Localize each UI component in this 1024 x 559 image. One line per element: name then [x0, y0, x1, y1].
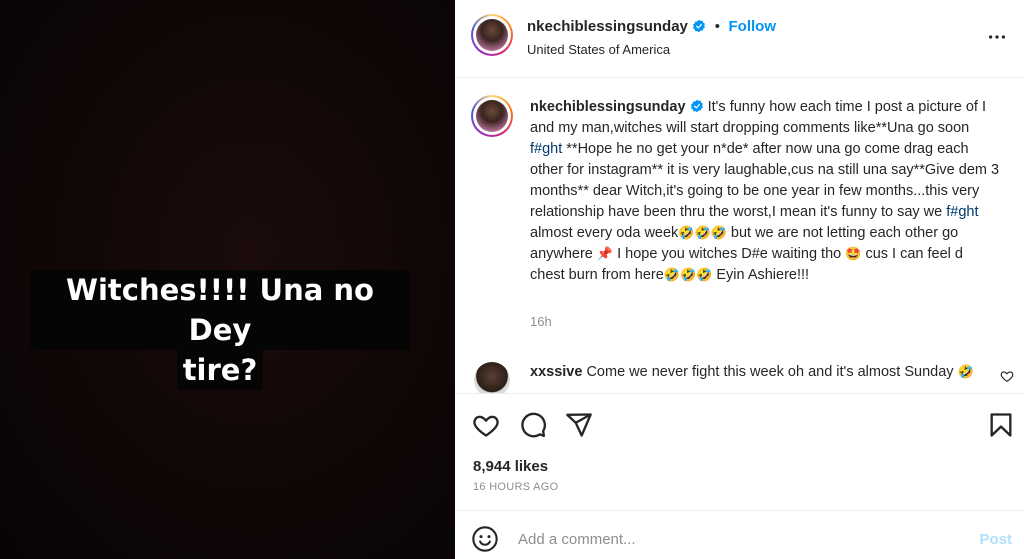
follow-button[interactable]: Follow: [729, 18, 777, 35]
more-horizontal-icon[interactable]: [986, 26, 1008, 48]
media-caption-line-1: Witches!!!! Una no Dey: [30, 270, 410, 350]
post-age[interactable]: 16 HOURS AGO: [473, 481, 559, 493]
commenter-avatar[interactable]: [474, 362, 510, 393]
laugh-emoji-icon: 🤣: [679, 268, 697, 283]
smiley-icon[interactable]: [471, 525, 499, 553]
media-caption-line-2: tire?: [176, 350, 264, 390]
laugh-emoji-icon: 🤣: [678, 226, 695, 241]
caption-username[interactable]: nkechiblessingsunday: [530, 99, 686, 115]
comment-icon[interactable]: [519, 411, 547, 439]
header-separator: •: [714, 18, 721, 35]
post-comment-button[interactable]: Post: [979, 531, 1012, 548]
author-avatar[interactable]: [471, 14, 513, 56]
comment-bar: Add a comment... Post: [455, 510, 1024, 559]
comment-item: xxssive Come we never fight this week oh…: [530, 362, 1000, 390]
caption-timestamp[interactable]: 16h: [530, 314, 552, 329]
post-media[interactable]: Witches!!!! Una no Dey tire?: [0, 0, 455, 559]
comment-like-heart-icon[interactable]: [1000, 369, 1014, 383]
author-username[interactable]: nkechiblessingsunday: [527, 18, 688, 35]
laugh-emoji-icon: 🤣: [957, 365, 974, 380]
post-panel: nkechiblessingsunday • Follow United Sta…: [455, 0, 1024, 559]
comments-section[interactable]: nkechiblessingsunday It's funny how each…: [455, 79, 1024, 393]
laugh-emoji-icon: 🤣: [694, 226, 711, 241]
bookmark-icon[interactable]: [987, 411, 1015, 439]
laugh-emoji-icon: 🤣: [696, 268, 713, 283]
caption-author-avatar[interactable]: [471, 95, 513, 137]
pin-emoji-icon: 📌: [596, 247, 614, 262]
action-bar: [455, 393, 1024, 456]
post-caption: nkechiblessingsunday It's funny how each…: [530, 97, 1000, 286]
comment-input[interactable]: Add a comment...: [518, 531, 636, 548]
post-header: nkechiblessingsunday • Follow United Sta…: [455, 0, 1024, 78]
comment-username[interactable]: xxssive: [530, 364, 582, 380]
caption-hashtag-2[interactable]: f#ght: [946, 204, 978, 220]
media-caption: Witches!!!! Una no Dey tire?: [30, 270, 410, 390]
laugh-emoji-icon: 🤣: [663, 268, 680, 283]
caption-text-2: **Hope he no get your n*de* after now un…: [530, 141, 1000, 220]
starstruck-emoji-icon: 🤩: [845, 247, 862, 262]
caption-hashtag-1[interactable]: f#ght: [530, 141, 562, 157]
caption-text-5: I hope you witches D#e waiting tho: [613, 246, 846, 262]
comment-text: Come we never fight this week oh and it'…: [586, 364, 958, 380]
heart-icon[interactable]: [472, 411, 500, 439]
likes-count[interactable]: 8,944 likes: [473, 458, 548, 475]
share-icon[interactable]: [565, 411, 593, 439]
post-location[interactable]: United States of America: [527, 42, 670, 57]
laugh-emoji-icon: 🤣: [710, 226, 727, 241]
caption-text-7: Eyin Ashiere!!!: [712, 267, 810, 283]
verified-badge-icon: [690, 99, 703, 113]
caption-text-3: almost every oda week: [530, 225, 679, 241]
verified-badge-icon: [693, 19, 706, 33]
